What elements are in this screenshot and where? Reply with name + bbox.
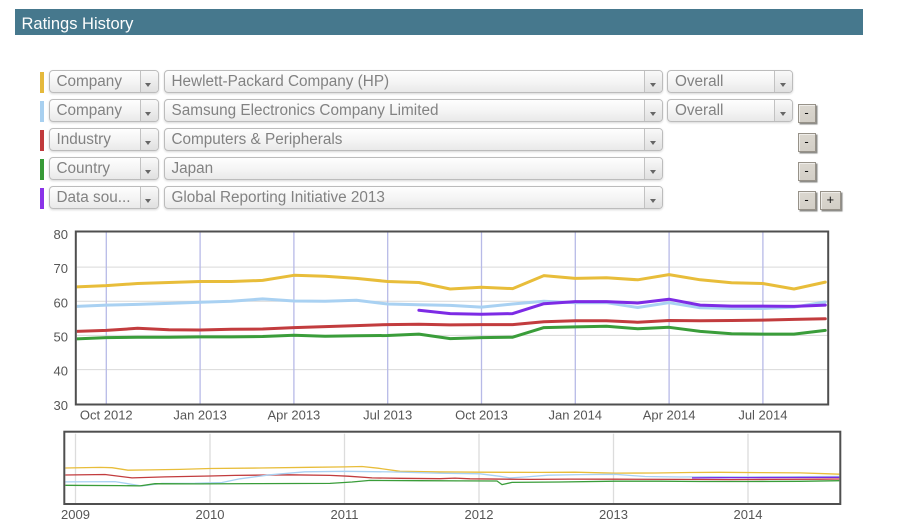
svg-text:Oct 2013: Oct 2013 xyxy=(455,408,508,423)
svg-text:2013: 2013 xyxy=(599,507,628,522)
svg-text:Apr 2014: Apr 2014 xyxy=(643,408,696,423)
svg-text:70: 70 xyxy=(54,261,68,276)
svg-text:2010: 2010 xyxy=(196,507,225,522)
svg-text:40: 40 xyxy=(54,364,68,379)
svg-text:Jan 2014: Jan 2014 xyxy=(549,408,603,423)
svg-text:2012: 2012 xyxy=(465,507,494,522)
svg-text:80: 80 xyxy=(54,227,68,242)
svg-text:Apr 2013: Apr 2013 xyxy=(268,408,321,423)
svg-text:Jan 2013: Jan 2013 xyxy=(173,408,227,423)
svg-text:Oct 2012: Oct 2012 xyxy=(80,408,133,423)
svg-text:30: 30 xyxy=(54,398,68,413)
svg-text:2011: 2011 xyxy=(331,507,359,522)
svg-text:2014: 2014 xyxy=(734,507,763,522)
svg-text:Jul 2014: Jul 2014 xyxy=(738,408,787,423)
svg-text:50: 50 xyxy=(54,330,68,345)
svg-text:60: 60 xyxy=(54,295,68,310)
svg-text:Jul 2013: Jul 2013 xyxy=(363,408,412,423)
svg-text:2009: 2009 xyxy=(61,507,90,522)
